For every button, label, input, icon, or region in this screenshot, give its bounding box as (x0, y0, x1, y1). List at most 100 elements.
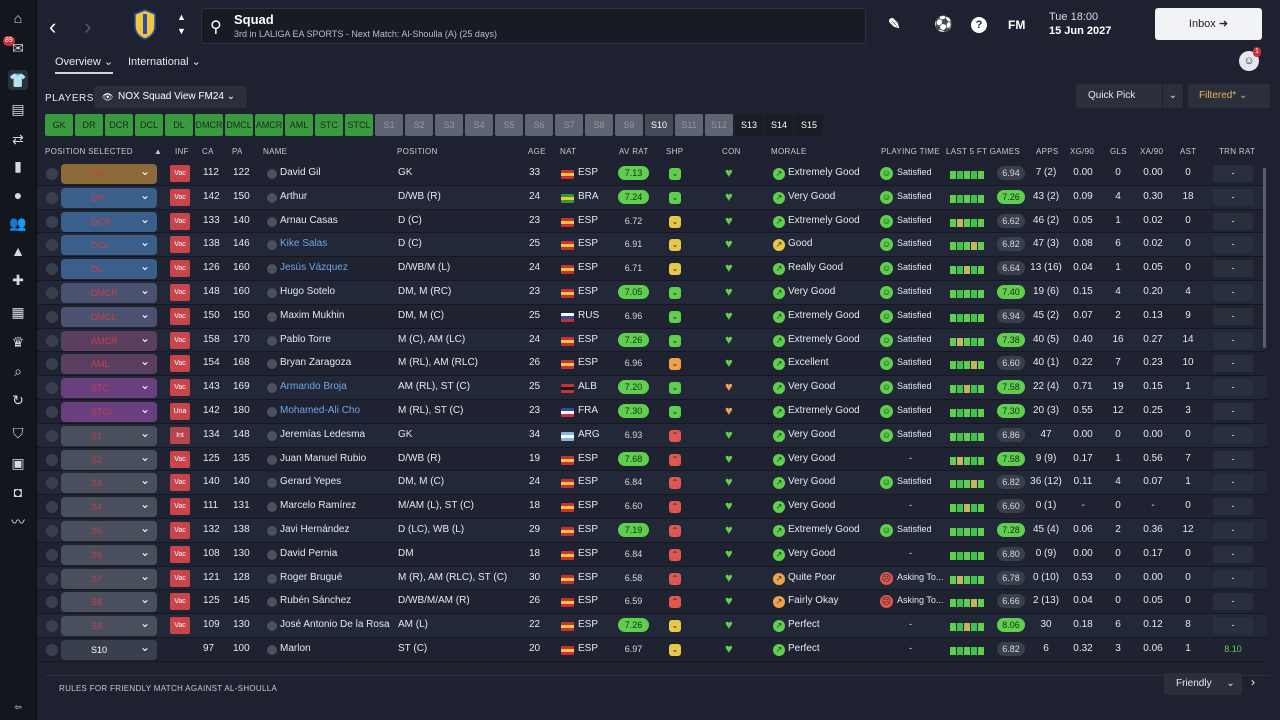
fm-menu-icon[interactable]: FM (1008, 18, 1025, 32)
position-chip-dr[interactable]: DR (75, 114, 103, 136)
row-select-radio[interactable] (46, 596, 58, 609)
player-name[interactable]: Kike Salas (280, 238, 327, 249)
exit-icon[interactable]: ⇦ (8, 697, 28, 717)
home-icon[interactable]: ⌂ (8, 8, 28, 28)
row-select-radio[interactable] (46, 429, 58, 442)
position-dropdown[interactable]: S8 (61, 589, 157, 613)
rules-link[interactable]: RULES FOR FRIENDLY MATCH AGAINST AL-SHOU… (59, 684, 277, 693)
table-row[interactable]: STCL Una 142 180 Mohamed-Ali Cho M (RL), ST (… (37, 399, 1267, 424)
finance-icon[interactable]: ▣ (8, 453, 28, 473)
forward-icon[interactable]: › (84, 14, 91, 40)
col-position[interactable]: POSITION (397, 147, 438, 156)
row-select-radio[interactable] (46, 168, 58, 180)
position-chip-s14[interactable]: S14 (765, 114, 793, 136)
position-dropdown[interactable]: DR (61, 185, 157, 208)
position-chip-s10[interactable]: S10 (645, 114, 673, 136)
player-name[interactable]: Gerard Yepes (280, 476, 341, 487)
inbox-button[interactable]: Inbox ➜ (1155, 8, 1262, 40)
position-chip-s8[interactable]: S8 (585, 114, 613, 136)
player-name[interactable]: Hugo Sotelo (280, 286, 335, 297)
medical-icon[interactable]: ✚ (8, 270, 28, 290)
row-select-radio[interactable] (46, 382, 58, 395)
table-row[interactable]: S2 Vac 125 135 Juan Manuel Rubio D/WB (R) 19 ES… (37, 447, 1267, 472)
table-row[interactable]: S7 Vac 121 128 Roger Brugué M (R), AM (RLC), … (37, 566, 1267, 591)
position-dropdown[interactable]: DMCR (61, 280, 157, 303)
avatar[interactable]: ☺ 1 (1239, 47, 1261, 71)
position-chip-s11[interactable]: S11 (675, 114, 703, 136)
filter-button[interactable]: Filtered* ⌄ (1188, 84, 1270, 108)
row-select-radio[interactable] (46, 501, 58, 514)
player-name[interactable]: Arnau Casas (280, 215, 338, 226)
table-row[interactable]: DMCR Vac 148 160 Hugo Sotelo DM, M (RC) 23 ESP 7… (37, 280, 1267, 305)
table-row[interactable]: DR Vac 142 150 Arthur D/WB (R) 24 BRA 7.24 ⌄ ♥ ↗Ver… (37, 185, 1267, 210)
position-chip-s13[interactable]: S13 (735, 114, 763, 136)
player-name[interactable]: Javi Hernández (280, 524, 349, 535)
position-dropdown[interactable]: S4 (61, 494, 157, 518)
col-morale[interactable]: MORALE (771, 147, 807, 156)
table-row[interactable]: S4 Vac 111 131 Marcelo Ramírez M/AM (L), ST (… (37, 494, 1267, 519)
row-select-radio[interactable] (46, 525, 58, 537)
position-chip-s4[interactable]: S4 (465, 114, 493, 136)
back-icon[interactable]: ‹ (49, 14, 56, 40)
refresh-icon[interactable]: ↻ (8, 390, 28, 410)
table-row[interactable]: S1 Int 134 148 Jeremías Ledesma GK 34 ARG 6.93 ⌃ ♥… (37, 423, 1267, 448)
friendly-dropdown[interactable]: Friendly ⌄ (1164, 673, 1242, 695)
table-row[interactable]: S5 Vac 132 138 Javi Hernández D (LC), WB (L) 2… (37, 518, 1267, 543)
club-switch-icon[interactable]: ▲ ▼ (177, 10, 186, 38)
position-chip-s12[interactable]: S12 (705, 114, 733, 136)
table-row[interactable]: AML Vac 154 168 Bryan Zaragoza M (RL), AM (RL… (37, 351, 1267, 377)
position-dropdown[interactable]: AML (61, 351, 157, 375)
player-name[interactable]: Jesús Vázquez (280, 262, 348, 273)
calendar-icon[interactable]: ▦ (8, 302, 28, 322)
chevron-down-icon[interactable]: ⌄ (1161, 84, 1177, 108)
col-xg90[interactable]: XG/90 (1070, 147, 1094, 156)
position-dropdown[interactable]: S7 (61, 566, 157, 589)
player-name[interactable]: Maxim Mukhin (280, 310, 344, 321)
position-chip-dcr[interactable]: DCR (105, 114, 133, 136)
col-last5[interactable]: LAST 5 FT GAMES (946, 147, 1020, 156)
position-chip-s1[interactable]: S1 (375, 114, 403, 136)
player-name[interactable]: José Antonio De la Rosa (280, 619, 390, 630)
edit-icon[interactable]: ✎ (888, 15, 901, 33)
row-select-radio[interactable] (46, 477, 58, 490)
col-trn-rat[interactable]: TRN RAT (1219, 147, 1255, 156)
position-dropdown[interactable]: DL (61, 256, 157, 280)
position-dropdown[interactable]: DCL (61, 232, 157, 256)
scrollbar[interactable] (1263, 168, 1266, 348)
row-select-radio[interactable] (46, 287, 58, 299)
trophy-icon[interactable]: ♛ (8, 332, 28, 352)
chevron-right-icon[interactable]: › (1251, 675, 1255, 689)
col-shp[interactable]: SHP (666, 147, 683, 156)
position-dropdown[interactable]: STCL (61, 399, 157, 422)
col-con[interactable]: CON (722, 147, 741, 156)
player-name[interactable]: Bryan Zaragoza (280, 357, 351, 368)
position-dropdown[interactable]: AMCR (61, 328, 157, 351)
table-row[interactable]: S6 Vac 108 130 David Pernia DM 18 ESP 6.84 ⌃ ♥ ↗Ver… (37, 542, 1267, 567)
training-icon[interactable]: ▲ (8, 241, 28, 261)
search-box[interactable]: ⚲ Squad 3rd in LALIGA EA SPORTS - Next M… (201, 8, 866, 44)
club-crest-icon[interactable] (131, 8, 159, 40)
position-dropdown[interactable]: S5 (61, 518, 157, 541)
position-dropdown[interactable]: STC (61, 375, 157, 399)
position-dropdown[interactable]: S2 (61, 447, 157, 470)
position-dropdown[interactable]: S6 (61, 542, 157, 565)
dev-centre-icon[interactable]: 〰 (8, 512, 28, 532)
match-icon[interactable]: ● (8, 185, 28, 205)
tab-international[interactable]: International ⌄ (128, 55, 201, 68)
table-row[interactable]: S8 Vac 125 145 Rubén Sánchez D/WB/M/AM (R) 26 E… (37, 589, 1267, 615)
quick-pick-button[interactable]: Quick Pick ⌄ (1076, 84, 1183, 108)
row-select-radio[interactable] (46, 334, 58, 347)
row-select-radio[interactable] (46, 239, 58, 252)
col-av-rat[interactable]: AV RAT (619, 147, 649, 156)
row-select-radio[interactable] (46, 310, 58, 323)
table-row[interactable]: DCL Vac 138 146 Kike Salas D (C) 25 ESP 6.91 ⌄ ♥ ↗G… (37, 232, 1267, 258)
col-name[interactable]: NAME (263, 147, 287, 156)
row-select-radio[interactable] (46, 406, 58, 418)
player-name[interactable]: Arthur (280, 191, 307, 202)
clipboard-icon[interactable]: ▤ (8, 99, 28, 119)
position-dropdown[interactable]: S9 (61, 613, 157, 637)
table-row[interactable]: STC Vac 143 169 Armando Broja AM (RL), ST (C)… (37, 375, 1267, 400)
player-name[interactable]: David Pernia (280, 548, 337, 559)
col-position-selected[interactable]: POSITION SELECTED (45, 147, 133, 156)
sort-icon[interactable]: ▲ (154, 147, 162, 156)
